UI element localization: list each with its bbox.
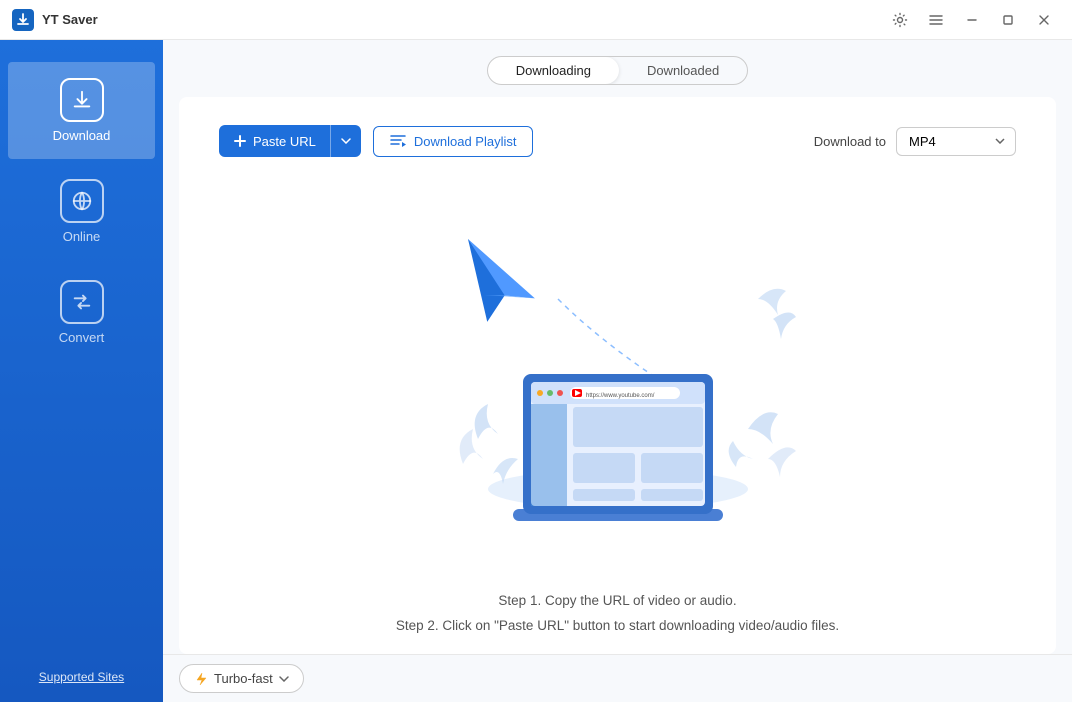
maximize-button[interactable]	[992, 6, 1024, 34]
paste-url-label: Paste URL	[253, 134, 316, 149]
main-layout: Download Online Convert Supported Sites	[0, 40, 1072, 702]
step1-text: Step 1. Copy the URL of video or audio.	[203, 589, 1032, 613]
sidebar-item-convert[interactable]: Convert	[8, 264, 155, 361]
toolbar: Paste URL Download Playlist	[195, 109, 1040, 169]
convert-icon-box	[60, 280, 104, 324]
menu-button[interactable]	[920, 6, 952, 34]
tab-downloading[interactable]: Downloading	[488, 57, 619, 84]
plus-icon	[233, 134, 247, 148]
title-bar: YT Saver	[0, 0, 1072, 40]
app-logo	[12, 9, 34, 31]
download-to-label: Download to	[814, 134, 886, 149]
convert-icon	[71, 291, 93, 313]
lightning-icon	[194, 672, 208, 686]
turbo-fast-button[interactable]: Turbo-fast	[179, 664, 304, 693]
sidebar-bottom: Supported Sites	[39, 668, 124, 702]
sidebar-item-online-label: Online	[63, 229, 101, 244]
paste-url-main[interactable]: Paste URL	[219, 126, 330, 157]
illustration-area: https://www.youtube.com/	[179, 169, 1056, 589]
content-area: Downloading Downloaded Paste URL	[163, 40, 1072, 702]
sidebar-item-convert-label: Convert	[59, 330, 105, 345]
close-button[interactable]	[1028, 6, 1060, 34]
app-title: YT Saver	[42, 12, 884, 27]
hero-illustration: https://www.youtube.com/	[418, 219, 818, 539]
supported-sites-link[interactable]: Supported Sites	[39, 670, 124, 684]
download-icon-box	[60, 78, 104, 122]
steps-section: Step 1. Copy the URL of video or audio. …	[179, 589, 1056, 654]
tab-downloaded[interactable]: Downloaded	[619, 57, 747, 84]
chevron-down-icon	[341, 138, 351, 144]
sidebar-item-download-label: Download	[53, 128, 111, 143]
paste-url-dropdown-arrow[interactable]	[331, 130, 361, 152]
online-icon-box	[60, 179, 104, 223]
svg-text:https://www.youtube.com/: https://www.youtube.com/	[586, 393, 655, 399]
download-to-group: Download to MP4 MP3 MOV AVI MKV	[814, 127, 1016, 156]
sidebar: Download Online Convert Supported Sites	[0, 40, 163, 702]
online-icon	[71, 190, 93, 212]
minimize-button[interactable]	[956, 6, 988, 34]
download-playlist-button[interactable]: Download Playlist	[373, 126, 534, 157]
window-controls	[884, 6, 1060, 34]
playlist-icon	[390, 134, 406, 148]
download-icon	[71, 89, 93, 111]
turbo-label: Turbo-fast	[214, 671, 273, 686]
tab-bar: Downloading Downloaded	[163, 40, 1072, 85]
step2-text: Step 2. Click on "Paste URL" button to s…	[203, 614, 1032, 638]
turbo-chevron-icon	[279, 676, 289, 682]
bottom-bar: Turbo-fast	[163, 654, 1072, 702]
sidebar-item-online[interactable]: Online	[8, 163, 155, 260]
format-select[interactable]: MP4 MP3 MOV AVI MKV	[896, 127, 1016, 156]
settings-button[interactable]	[884, 6, 916, 34]
tab-group: Downloading Downloaded	[487, 56, 748, 85]
download-playlist-label: Download Playlist	[414, 134, 517, 149]
paste-url-button[interactable]: Paste URL	[219, 125, 361, 157]
sidebar-item-download[interactable]: Download	[8, 62, 155, 159]
